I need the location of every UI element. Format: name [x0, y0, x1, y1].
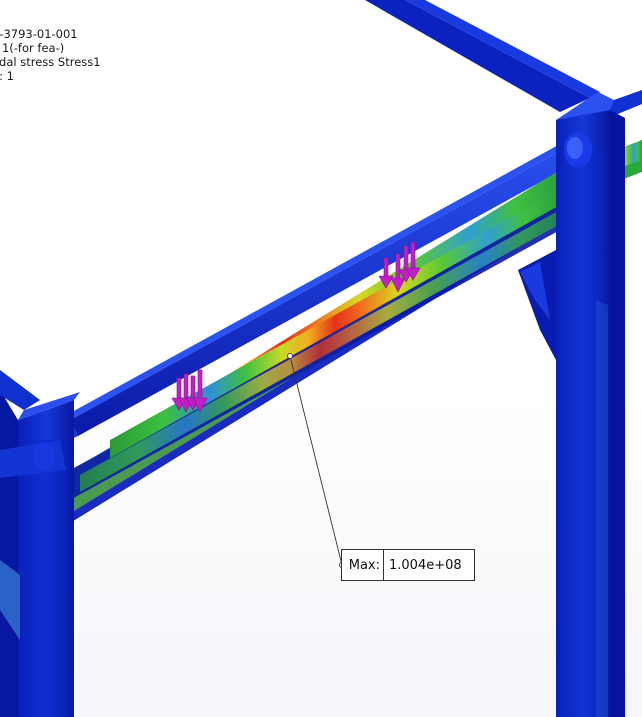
study-info-legend: 3-3793-01-001 c 1(-for fea-) odal stress… [0, 27, 101, 83]
column-right [556, 92, 625, 717]
study-part-number: 3-3793-01-001 [0, 27, 78, 41]
deformation-scale: e: 1 [0, 69, 14, 83]
probe-leader [287, 353, 345, 568]
cross-tube-right [564, 132, 592, 168]
column-left [0, 370, 80, 717]
plot-type: odal stress Stress1 [0, 55, 101, 69]
stressed-flange [110, 190, 560, 458]
roof-beam-right [365, 0, 600, 112]
probe-value: 1.004e+08 [389, 557, 462, 573]
top-rail [0, 132, 588, 470]
fea-model-scene[interactable] [0, 0, 642, 717]
fea-viewport[interactable]: 3-3793-01-001 c 1(-for fea-) odal stress… [0, 0, 642, 717]
right-bracket [518, 250, 556, 360]
study-name: c 1(-for fea-) [0, 41, 65, 55]
probe-pin-icon [287, 353, 293, 359]
max-stress-probe[interactable]: Max: 1.004e+08 [341, 549, 475, 581]
probe-label: Max: [342, 550, 384, 580]
stressed-beam [0, 170, 560, 566]
